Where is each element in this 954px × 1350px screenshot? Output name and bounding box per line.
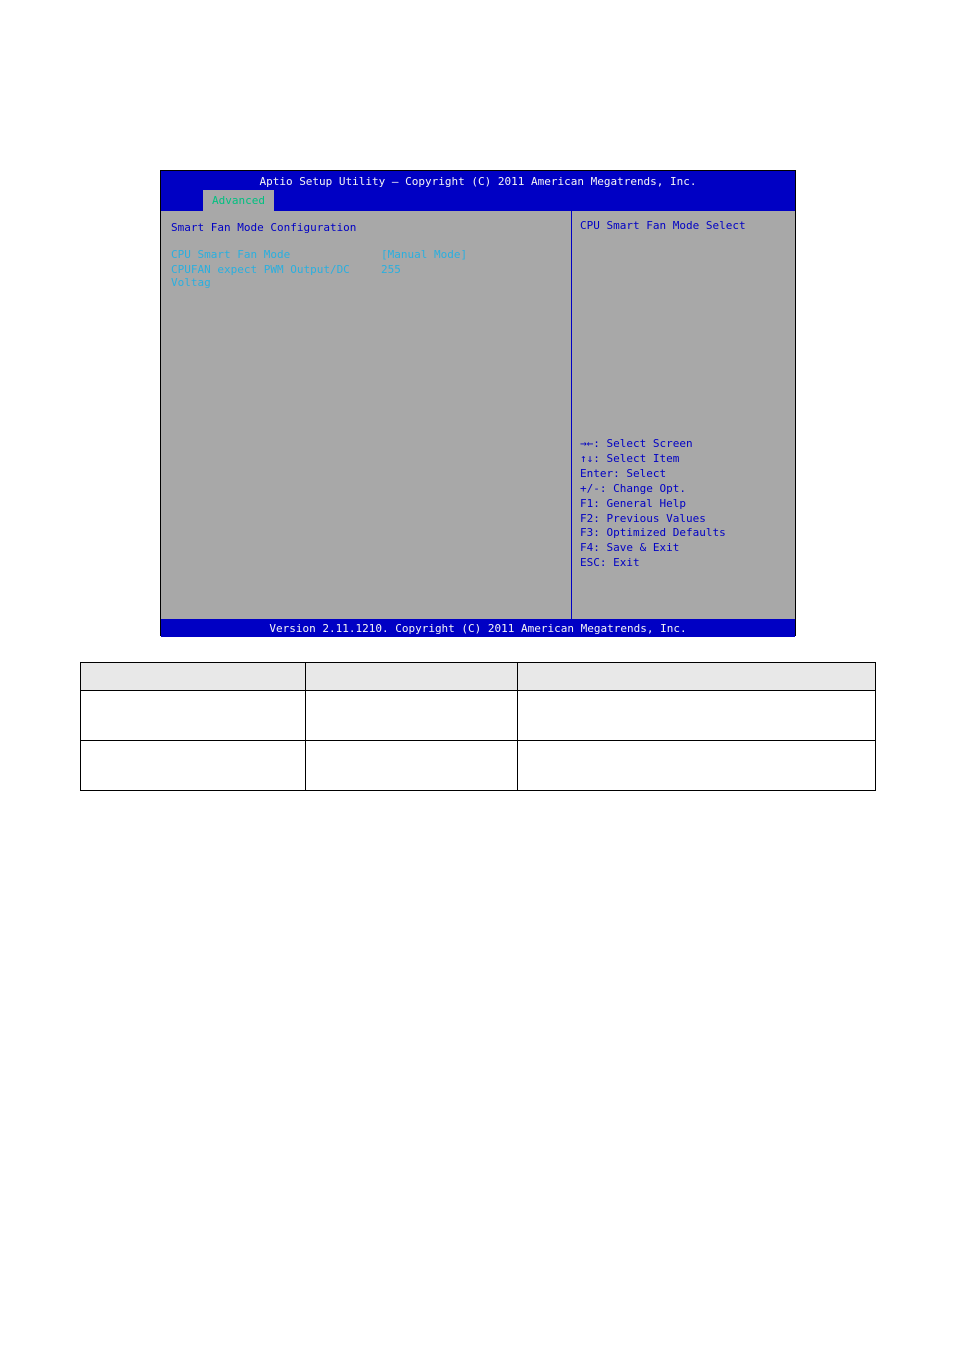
doc-table [80, 662, 876, 791]
setting-value[interactable]: [Manual Mode] [381, 248, 467, 261]
setting-row-cpu-smart-fan-mode[interactable]: CPU Smart Fan Mode [Manual Mode] [171, 248, 561, 261]
help-key-line: F3: Optimized Defaults [580, 526, 787, 541]
help-key-line: →←: Select Screen [580, 437, 787, 452]
setting-value[interactable]: 255 [381, 263, 401, 289]
table-cell [306, 691, 518, 741]
tab-advanced[interactable]: Advanced [203, 190, 274, 211]
help-keys: →←: Select Screen ↑↓: Select Item Enter:… [580, 437, 787, 611]
bios-title: Aptio Setup Utility – Copyright (C) 2011… [161, 171, 795, 188]
table-row [81, 741, 876, 791]
table-header [81, 663, 306, 691]
bios-window: Aptio Setup Utility – Copyright (C) 2011… [160, 170, 796, 636]
help-key-line: ↑↓: Select Item [580, 452, 787, 467]
bios-header: Aptio Setup Utility – Copyright (C) 2011… [161, 171, 795, 211]
help-key-line: F4: Save & Exit [580, 541, 787, 556]
bios-body: Smart Fan Mode Configuration CPU Smart F… [161, 211, 795, 619]
help-key-line: F2: Previous Values [580, 512, 787, 527]
table-cell [306, 741, 518, 791]
table-cell [81, 691, 306, 741]
bios-footer: Version 2.11.1210. Copyright (C) 2011 Am… [161, 619, 795, 637]
table-cell [81, 741, 306, 791]
section-title: Smart Fan Mode Configuration [171, 221, 561, 234]
table-header [306, 663, 518, 691]
help-key-line: +/-: Change Opt. [580, 482, 787, 497]
table-header [518, 663, 876, 691]
help-key-line: ESC: Exit [580, 556, 787, 571]
settings-panel: Smart Fan Mode Configuration CPU Smart F… [161, 211, 571, 619]
table-header-row [81, 663, 876, 691]
table-row [81, 691, 876, 741]
setting-label: CPU Smart Fan Mode [171, 248, 381, 261]
table-cell [518, 741, 876, 791]
help-panel: CPU Smart Fan Mode Select →←: Select Scr… [571, 211, 795, 619]
help-description: CPU Smart Fan Mode Select [580, 219, 787, 232]
table-cell [518, 691, 876, 741]
help-key-line: Enter: Select [580, 467, 787, 482]
setting-row-cpufan-pwm[interactable]: CPUFAN expect PWM Output/DC Voltag 255 [171, 263, 561, 289]
setting-label: CPUFAN expect PWM Output/DC Voltag [171, 263, 381, 289]
help-key-line: F1: General Help [580, 497, 787, 512]
